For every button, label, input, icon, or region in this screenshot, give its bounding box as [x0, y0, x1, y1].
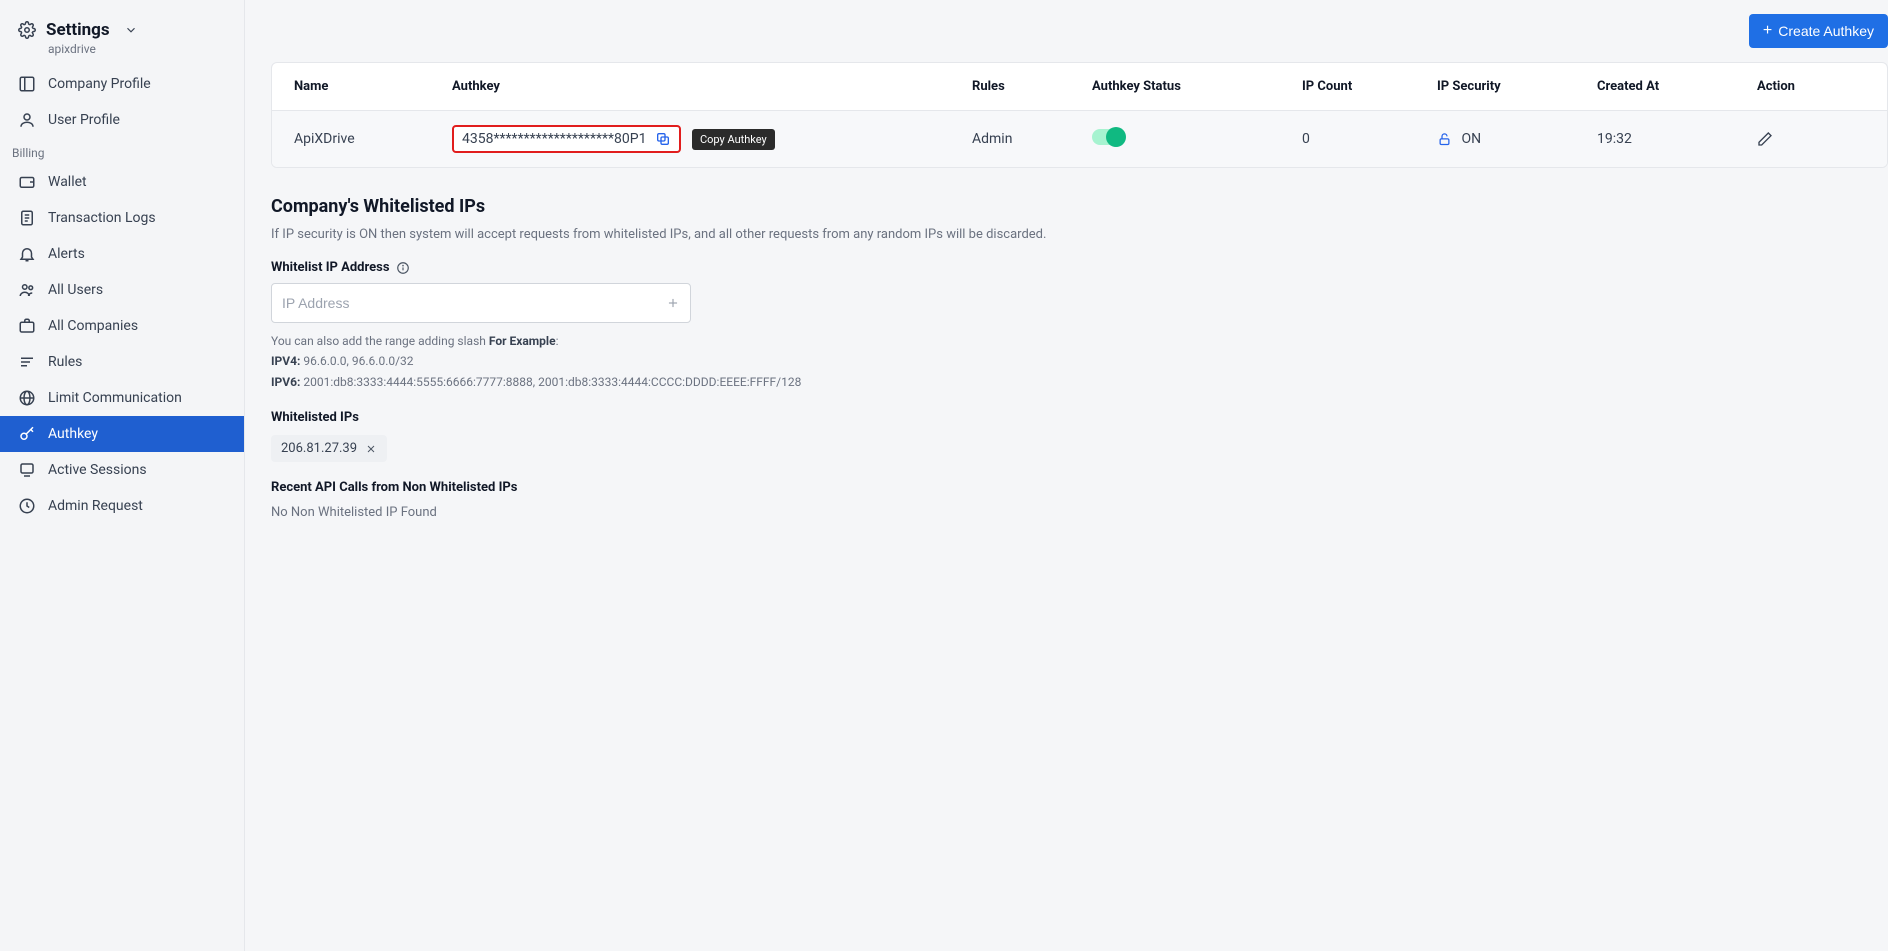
button-label: Create Authkey [1778, 23, 1874, 39]
whitelist-desc: If IP security is ON then system will ac… [271, 227, 1888, 242]
wallet-icon [18, 173, 36, 191]
remove-ip-icon[interactable] [365, 443, 377, 455]
status-toggle[interactable] [1092, 129, 1122, 145]
th-status: Authkey Status [1082, 63, 1292, 111]
sidebar-item-label: Rules [48, 354, 82, 370]
sidebar-item-wallet[interactable]: Wallet [0, 164, 244, 200]
ip-chip-value: 206.81.27.39 [281, 441, 357, 456]
sidebar-section-billing: Billing [0, 138, 244, 164]
main-content: + Create Authkey Name Authkey Rules Auth… [245, 0, 1888, 951]
create-authkey-button[interactable]: + Create Authkey [1749, 14, 1888, 48]
whitelisted-ips-heading: Whitelisted IPs [271, 410, 1888, 425]
sidebar-item-limit-communication[interactable]: Limit Communication [0, 380, 244, 416]
sidebar-item-all-users[interactable]: All Users [0, 272, 244, 308]
cell-action [1747, 111, 1887, 168]
sidebar-item-all-companies[interactable]: All Companies [0, 308, 244, 344]
th-created: Created At [1587, 63, 1747, 111]
layout-icon [18, 75, 36, 93]
sidebar-item-label: User Profile [48, 112, 120, 128]
ip-input-wrap[interactable] [271, 283, 691, 323]
briefcase-icon [18, 317, 36, 335]
authkey-table: Name Authkey Rules Authkey Status IP Cou… [272, 63, 1887, 167]
sidebar-item-label: All Users [48, 282, 103, 298]
plus-icon: + [1763, 23, 1772, 39]
sidebar-header[interactable]: Settings [0, 12, 244, 42]
sidebar-item-label: Wallet [48, 174, 87, 190]
sidebar-item-label: Authkey [48, 426, 98, 442]
cell-ipcount: 0 [1292, 111, 1427, 168]
authkey-table-card: Name Authkey Rules Authkey Status IP Cou… [271, 62, 1888, 168]
cell-authkey: 4358********************80P1 Copy Authke… [442, 111, 962, 168]
cell-ipsec: ON [1427, 111, 1587, 168]
sidebar-item-label: Admin Request [48, 498, 143, 514]
whitelist-field-label: Whitelist IP Address [271, 260, 1888, 275]
recent-calls-heading: Recent API Calls from Non Whitelisted IP… [271, 480, 1888, 495]
cell-status [1082, 111, 1292, 168]
sidebar-item-label: Alerts [48, 246, 85, 262]
key-icon [18, 425, 36, 443]
sidebar-item-label: Company Profile [48, 76, 151, 92]
settings-subtitle: apixdrive [0, 42, 244, 56]
sidebar-item-label: Transaction Logs [48, 210, 156, 226]
edit-icon[interactable] [1757, 131, 1773, 147]
authkey-value: 4358********************80P1 [462, 131, 647, 147]
topbar: + Create Authkey [245, 14, 1888, 62]
ip-address-input[interactable] [282, 295, 666, 311]
whitelist-section: Company's Whitelisted IPs If IP security… [271, 196, 1888, 520]
ipsec-value: ON [1461, 131, 1481, 147]
sidebar-item-alerts[interactable]: Alerts [0, 236, 244, 272]
sessions-icon [18, 461, 36, 479]
lock-open-icon [1437, 132, 1452, 147]
rules-icon [18, 353, 36, 371]
th-authkey: Authkey [442, 63, 962, 111]
th-name: Name [272, 63, 442, 111]
info-icon[interactable] [396, 261, 410, 275]
doc-icon [18, 209, 36, 227]
cell-name: ApiXDrive [272, 111, 442, 168]
cell-rules: Admin [962, 111, 1082, 168]
copy-icon[interactable] [655, 131, 671, 147]
admin-icon [18, 497, 36, 515]
th-rules: Rules [962, 63, 1082, 111]
sidebar-item-label: All Companies [48, 318, 138, 334]
settings-title: Settings [46, 20, 110, 40]
ip-helper-text: You can also add the range adding slash … [271, 331, 1888, 392]
user-icon [18, 111, 36, 129]
sidebar-item-active-sessions[interactable]: Active Sessions [0, 452, 244, 488]
users-icon [18, 281, 36, 299]
gear-icon [18, 21, 36, 39]
sidebar: Settings apixdrive Company Profile User … [0, 0, 245, 951]
chevron-down-icon[interactable] [124, 23, 138, 37]
th-ipsec: IP Security [1427, 63, 1587, 111]
th-action: Action [1747, 63, 1887, 111]
recent-calls-empty: No Non Whitelisted IP Found [271, 505, 1888, 520]
cell-created: 19:32 [1587, 111, 1747, 168]
sidebar-item-transaction-logs[interactable]: Transaction Logs [0, 200, 244, 236]
copy-authkey-tooltip: Copy Authkey [692, 129, 775, 150]
table-row: ApiXDrive 4358********************80P1 C… [272, 111, 1887, 168]
sidebar-item-company-profile[interactable]: Company Profile [0, 66, 244, 102]
bell-icon [18, 245, 36, 263]
sidebar-item-user-profile[interactable]: User Profile [0, 102, 244, 138]
sidebar-item-label: Limit Communication [48, 390, 182, 406]
field-label-text: Whitelist IP Address [271, 260, 390, 275]
add-ip-icon[interactable] [666, 296, 680, 310]
sidebar-item-rules[interactable]: Rules [0, 344, 244, 380]
sidebar-item-label: Active Sessions [48, 462, 147, 478]
th-ipcount: IP Count [1292, 63, 1427, 111]
globe-icon [18, 389, 36, 407]
whitelist-title: Company's Whitelisted IPs [271, 196, 1888, 217]
sidebar-item-admin-request[interactable]: Admin Request [0, 488, 244, 524]
ip-chip: 206.81.27.39 [271, 435, 387, 462]
authkey-highlight-box: 4358********************80P1 [452, 125, 681, 153]
sidebar-item-authkey[interactable]: Authkey [0, 416, 244, 452]
